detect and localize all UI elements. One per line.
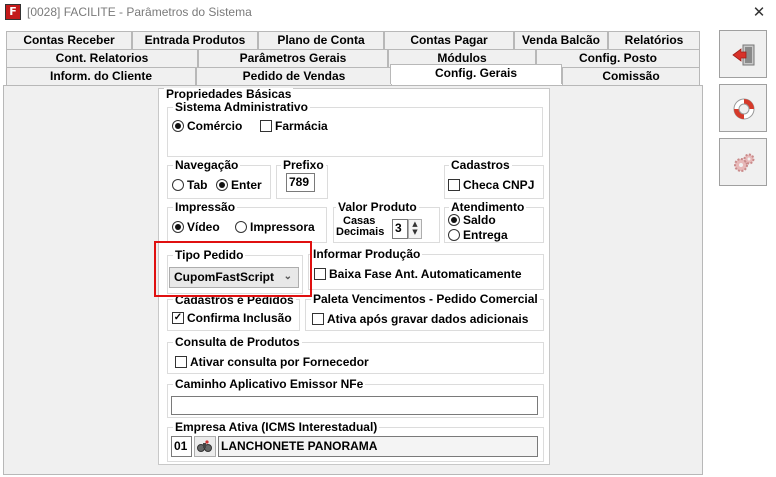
impressora-label: Impressora bbox=[250, 220, 315, 234]
consulta-produtos-label: Consulta de Produtos bbox=[173, 335, 302, 349]
sistema-administrativo-label: Sistema Administrativo bbox=[173, 100, 310, 114]
casas-decimais-stepper[interactable]: ▲ ▼ bbox=[408, 219, 422, 239]
farmacia-checkbox[interactable]: Farmácia bbox=[260, 119, 328, 133]
caminho-emissor-label: Caminho Aplicativo Emissor NFe bbox=[173, 377, 366, 391]
confirma-inclusao-checkbox[interactable]: Confirma Inclusão bbox=[172, 311, 292, 325]
highlight-box bbox=[154, 241, 312, 297]
prefixo-label: Prefixo bbox=[281, 158, 326, 172]
navegacao-label: Navegação bbox=[173, 158, 241, 172]
caminho-emissor-input[interactable] bbox=[171, 396, 538, 415]
cadastros-label: Cadastros bbox=[449, 158, 512, 172]
tab-inform-cliente[interactable]: Inform. do Cliente bbox=[6, 67, 196, 85]
nav-enter-radio[interactable]: Enter bbox=[216, 178, 262, 192]
tab-contas-receber[interactable]: Contas Receber bbox=[6, 31, 132, 49]
gears-icon bbox=[734, 153, 755, 172]
empresa-name-field: LANCHONETE PANORAMA bbox=[218, 436, 538, 457]
impressao-label: Impressão bbox=[173, 200, 238, 214]
comercio-label: Comércio bbox=[187, 119, 243, 133]
exit-button[interactable] bbox=[719, 30, 767, 78]
close-window-button[interactable]: ✕ bbox=[744, 0, 774, 24]
ativa-apos-gravar-label: Ativa após gravar dados adicionais bbox=[327, 312, 529, 326]
impressao-video-radio[interactable]: Vídeo bbox=[172, 220, 220, 234]
checkbox-indicator bbox=[172, 312, 184, 324]
checkbox-indicator bbox=[260, 120, 272, 132]
radio-indicator bbox=[172, 120, 184, 132]
empresa-code-input[interactable]: 01 bbox=[171, 436, 192, 457]
prefixo-input[interactable]: 789 bbox=[286, 173, 315, 192]
tab-relatorios[interactable]: Relatórios bbox=[608, 31, 700, 49]
tab-entrada-produtos[interactable]: Entrada Produtos bbox=[132, 31, 258, 49]
radio-indicator bbox=[172, 221, 184, 233]
radio-indicator bbox=[235, 221, 247, 233]
checkbox-indicator bbox=[448, 179, 460, 191]
valor-produto-label: Valor Produto bbox=[336, 200, 419, 214]
empresa-lookup-button[interactable] bbox=[194, 436, 216, 457]
paleta-vencimentos-label: Paleta Vencimentos - Pedido Comercial bbox=[311, 292, 540, 306]
nav-tab-label: Tab bbox=[187, 178, 208, 192]
tab-venda-balcao[interactable]: Venda Balcão bbox=[514, 31, 608, 49]
nav-tab-radio[interactable]: Tab bbox=[172, 178, 207, 192]
radio-indicator bbox=[172, 179, 184, 191]
empresa-ativa-label: Empresa Ativa (ICMS Interestadual) bbox=[173, 420, 380, 434]
farmacia-label: Farmácia bbox=[275, 119, 328, 133]
tab-comissao[interactable]: Comissão bbox=[562, 67, 700, 85]
tab-parametros-gerais[interactable]: Parâmetros Gerais bbox=[198, 49, 388, 67]
checkbox-indicator bbox=[175, 356, 187, 368]
radio-indicator bbox=[448, 229, 460, 241]
help-button[interactable] bbox=[719, 84, 767, 132]
tab-plano-de-conta[interactable]: Plano de Conta bbox=[258, 31, 384, 49]
tab-cont-relatorios[interactable]: Cont. Relatorios bbox=[6, 49, 198, 67]
decimais-label: Decimais bbox=[336, 226, 385, 238]
atendimento-entrega-radio[interactable]: Entrega bbox=[448, 228, 508, 242]
tab-contas-pagar[interactable]: Contas Pagar bbox=[384, 31, 514, 49]
entrega-label: Entrega bbox=[463, 228, 508, 242]
checkbox-indicator bbox=[314, 268, 326, 280]
tab-pedido-vendas[interactable]: Pedido de Vendas bbox=[196, 67, 392, 85]
casas-decimais-input[interactable]: 3 bbox=[392, 219, 408, 239]
atendimento-saldo-radio[interactable]: Saldo bbox=[448, 213, 496, 227]
spin-down-icon[interactable]: ▼ bbox=[409, 228, 421, 236]
informar-producao-label: Informar Produção bbox=[311, 247, 423, 261]
spin-up-icon[interactable]: ▲ bbox=[409, 220, 421, 228]
baixa-fase-label: Baixa Fase Ant. Automaticamente bbox=[329, 267, 522, 281]
ativar-consulta-label: Ativar consulta por Fornecedor bbox=[190, 355, 369, 369]
comercio-radio[interactable]: Comércio bbox=[172, 119, 242, 133]
confirma-inclusao-label: Confirma Inclusão bbox=[187, 311, 292, 325]
saldo-label: Saldo bbox=[463, 213, 496, 227]
checa-cnpj-label: Checa CNPJ bbox=[463, 178, 535, 192]
ativar-consulta-checkbox[interactable]: Ativar consulta por Fornecedor bbox=[175, 355, 369, 369]
radio-indicator bbox=[448, 214, 460, 226]
checkbox-indicator bbox=[312, 313, 324, 325]
binoculars-icon bbox=[197, 440, 212, 452]
settings-button[interactable] bbox=[719, 138, 767, 186]
baixa-fase-checkbox[interactable]: Baixa Fase Ant. Automaticamente bbox=[314, 267, 522, 281]
nav-enter-label: Enter bbox=[231, 178, 262, 192]
radio-indicator bbox=[216, 179, 228, 191]
window-title: [0028] FACILITE - Parâmetros do Sistema bbox=[27, 5, 252, 19]
checa-cnpj-checkbox[interactable]: Checa CNPJ bbox=[448, 178, 534, 192]
tab-config-gerais[interactable]: Config. Gerais bbox=[390, 64, 562, 84]
impressao-impressora-radio[interactable]: Impressora bbox=[235, 220, 315, 234]
video-label: Vídeo bbox=[187, 220, 220, 234]
exit-door-icon bbox=[732, 44, 755, 66]
ativa-apos-gravar-checkbox[interactable]: Ativa após gravar dados adicionais bbox=[312, 312, 528, 326]
app-logo-icon: F bbox=[5, 4, 21, 20]
lifebuoy-icon bbox=[733, 98, 755, 120]
